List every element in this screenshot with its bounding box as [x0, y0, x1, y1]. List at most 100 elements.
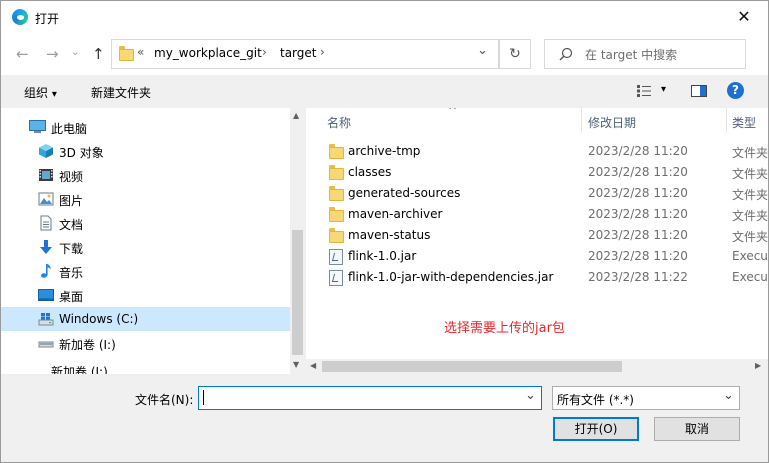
search-box[interactable]: 在 target 中搜索 — [544, 39, 746, 69]
sidebar-item-label: 此电脑 — [51, 122, 88, 136]
download-icon — [40, 240, 52, 254]
file-row[interactable]: maven-status 2023/2/28 11:20 文件夹 — [306, 225, 768, 246]
column-header-date[interactable]: 修改日期 — [588, 114, 636, 131]
view-options-icon[interactable] — [637, 85, 651, 97]
forward-arrow-icon[interactable]: → — [46, 45, 59, 63]
scroll-down-icon[interactable]: ▼ — [293, 360, 299, 369]
file-name: flink-1.0-jar-with-dependencies.jar — [348, 270, 554, 284]
sidebar-item-pictures[interactable]: 图片 — [1, 187, 290, 211]
picture-icon — [38, 192, 54, 206]
music-icon — [41, 264, 51, 278]
navigation-pane: 此电脑 3D 对象 视频 图片 文档 下载 音乐 桌面 Windows (C:)… — [1, 108, 305, 374]
file-name: maven-status — [348, 228, 431, 242]
breadcrumb-separator[interactable]: › — [320, 45, 325, 59]
video-icon — [39, 169, 53, 181]
file-type-dropdown-icon[interactable]: ⌄ — [723, 388, 734, 403]
help-icon[interactable]: ? — [727, 82, 744, 99]
file-type: 文件夹 — [732, 188, 768, 202]
organize-arrow-icon: ▾ — [51, 89, 57, 100]
file-name: flink-1.0.jar — [348, 249, 417, 263]
file-row[interactable]: generated-sources 2023/2/28 11:20 文件夹 — [306, 183, 768, 204]
navigation-pane-scrollbar[interactable]: ▲ ▼ — [290, 108, 305, 374]
scroll-up-icon[interactable]: ▲ — [293, 111, 299, 120]
sidebar-item-label: Windows (C:) — [59, 312, 139, 326]
open-button[interactable]: 打开(O) — [553, 417, 639, 441]
sidebar-item-label: 下载 — [59, 242, 84, 256]
scroll-left-icon[interactable]: ◀ — [310, 361, 316, 370]
back-arrow-icon[interactable]: ← — [16, 45, 29, 63]
title-bar: 打开 ✕ — [1, 1, 768, 33]
organize-button[interactable]: 组织 ▾ — [24, 84, 57, 101]
sidebar-item-desktop[interactable]: 桌面 — [1, 283, 290, 307]
jar-file-icon — [329, 270, 343, 286]
column-divider[interactable] — [581, 108, 582, 133]
sidebar-item-music[interactable]: 音乐 — [1, 259, 290, 283]
dialog-footer: 文件名(N): ⌄ 所有文件 (*.*) ⌄ 打开(O) 取消 — [1, 374, 768, 462]
file-date: 2023/2/28 11:22 — [588, 270, 688, 284]
sidebar-item-downloads[interactable]: 下载 — [1, 235, 290, 259]
folder-icon — [329, 207, 344, 222]
cancel-button[interactable]: 取消 — [654, 417, 740, 441]
sidebar-item-drive-i[interactable]: 新加卷 (I:) — [1, 331, 290, 355]
file-type: Executable Jar File — [732, 270, 768, 284]
sort-ascending-icon: ^ — [448, 108, 458, 117]
sidebar-item-documents[interactable]: 文档 — [1, 211, 290, 235]
search-icon — [559, 47, 573, 61]
address-dropdown-icon[interactable]: ⌄ — [477, 43, 488, 58]
refresh-button[interactable]: ↻ — [499, 39, 531, 69]
scroll-right-icon[interactable]: ▶ — [755, 361, 761, 370]
breadcrumb-item[interactable]: target — [280, 46, 317, 60]
folder-icon — [329, 144, 344, 159]
file-type: 文件夹 — [732, 167, 768, 181]
file-date: 2023/2/28 11:20 — [588, 207, 688, 221]
file-row[interactable]: flink-1.0.jar 2023/2/28 11:20 Executable… — [306, 246, 768, 267]
file-list-pane: ^ 名称 修改日期 类型 archive-tmp 2023/2/28 11:20… — [306, 108, 768, 374]
file-row[interactable]: maven-archiver 2023/2/28 11:20 文件夹 — [306, 204, 768, 225]
recent-locations-chevron-icon[interactable]: ⌄ — [71, 47, 79, 58]
close-button[interactable]: ✕ — [732, 5, 756, 29]
sidebar-item-videos[interactable]: 视频 — [1, 163, 290, 187]
column-header-name[interactable]: 名称 — [327, 114, 351, 131]
file-type: Executable Jar File — [732, 249, 768, 263]
sidebar-item-drive-i-network[interactable]: 新加卷 (I:) — [1, 361, 290, 374]
sidebar-item-3d-objects[interactable]: 3D 对象 — [1, 139, 290, 163]
file-list-horizontal-scrollbar[interactable]: ◀ ▶ — [306, 359, 768, 374]
scrollbar-thumb[interactable] — [292, 230, 303, 355]
sidebar-item-this-pc[interactable]: 此电脑 — [1, 115, 290, 139]
file-date: 2023/2/28 11:20 — [588, 186, 688, 200]
file-row[interactable]: classes 2023/2/28 11:20 文件夹 — [306, 162, 768, 183]
up-arrow-icon[interactable]: ↑ — [92, 45, 105, 63]
preview-pane-icon[interactable] — [691, 85, 707, 97]
filename-label: 文件名(N): — [135, 393, 194, 407]
sidebar-item-label: 新加卷 (I:) — [51, 365, 108, 374]
file-name: maven-archiver — [348, 207, 443, 221]
new-folder-button[interactable]: 新建文件夹 — [91, 84, 151, 101]
sidebar-item-label: 桌面 — [59, 290, 84, 304]
text-cursor — [203, 390, 204, 405]
sidebar-item-windows-c[interactable]: Windows (C:) — [1, 307, 290, 331]
desktop-icon — [38, 289, 54, 301]
filename-input[interactable]: ⌄ — [198, 386, 542, 410]
drive-c-icon — [38, 313, 54, 326]
breadcrumb-overflow[interactable]: « — [137, 45, 144, 59]
file-type: 文件夹 — [732, 209, 768, 223]
view-dropdown-icon[interactable]: ▾ — [661, 84, 666, 95]
breadcrumb-separator[interactable]: › — [262, 45, 267, 59]
3d-objects-icon — [39, 144, 53, 158]
file-date: 2023/2/28 11:20 — [588, 165, 688, 179]
filename-dropdown-icon[interactable]: ⌄ — [525, 388, 536, 403]
column-divider[interactable] — [726, 108, 727, 133]
file-row[interactable]: archive-tmp 2023/2/28 11:20 文件夹 — [306, 141, 768, 162]
navigation-bar: ← → ⌄ ↑ « my_workplace_git › target › ⌄ … — [1, 33, 768, 75]
file-name: archive-tmp — [348, 144, 421, 158]
sidebar-item-label: 视频 — [59, 170, 84, 184]
breadcrumb-item[interactable]: my_workplace_git — [154, 46, 262, 60]
scrollbar-thumb[interactable] — [322, 361, 622, 372]
address-bar[interactable]: « my_workplace_git › target › ⌄ — [111, 39, 499, 69]
file-row[interactable]: flink-1.0-jar-with-dependencies.jar 2023… — [306, 267, 768, 288]
organize-label: 组织 — [24, 86, 49, 100]
file-type-select[interactable]: 所有文件 (*.*) ⌄ — [552, 386, 740, 410]
document-icon — [40, 215, 52, 231]
column-header-type[interactable]: 类型 — [732, 114, 756, 131]
column-header-row: ^ 名称 修改日期 类型 — [306, 108, 768, 133]
